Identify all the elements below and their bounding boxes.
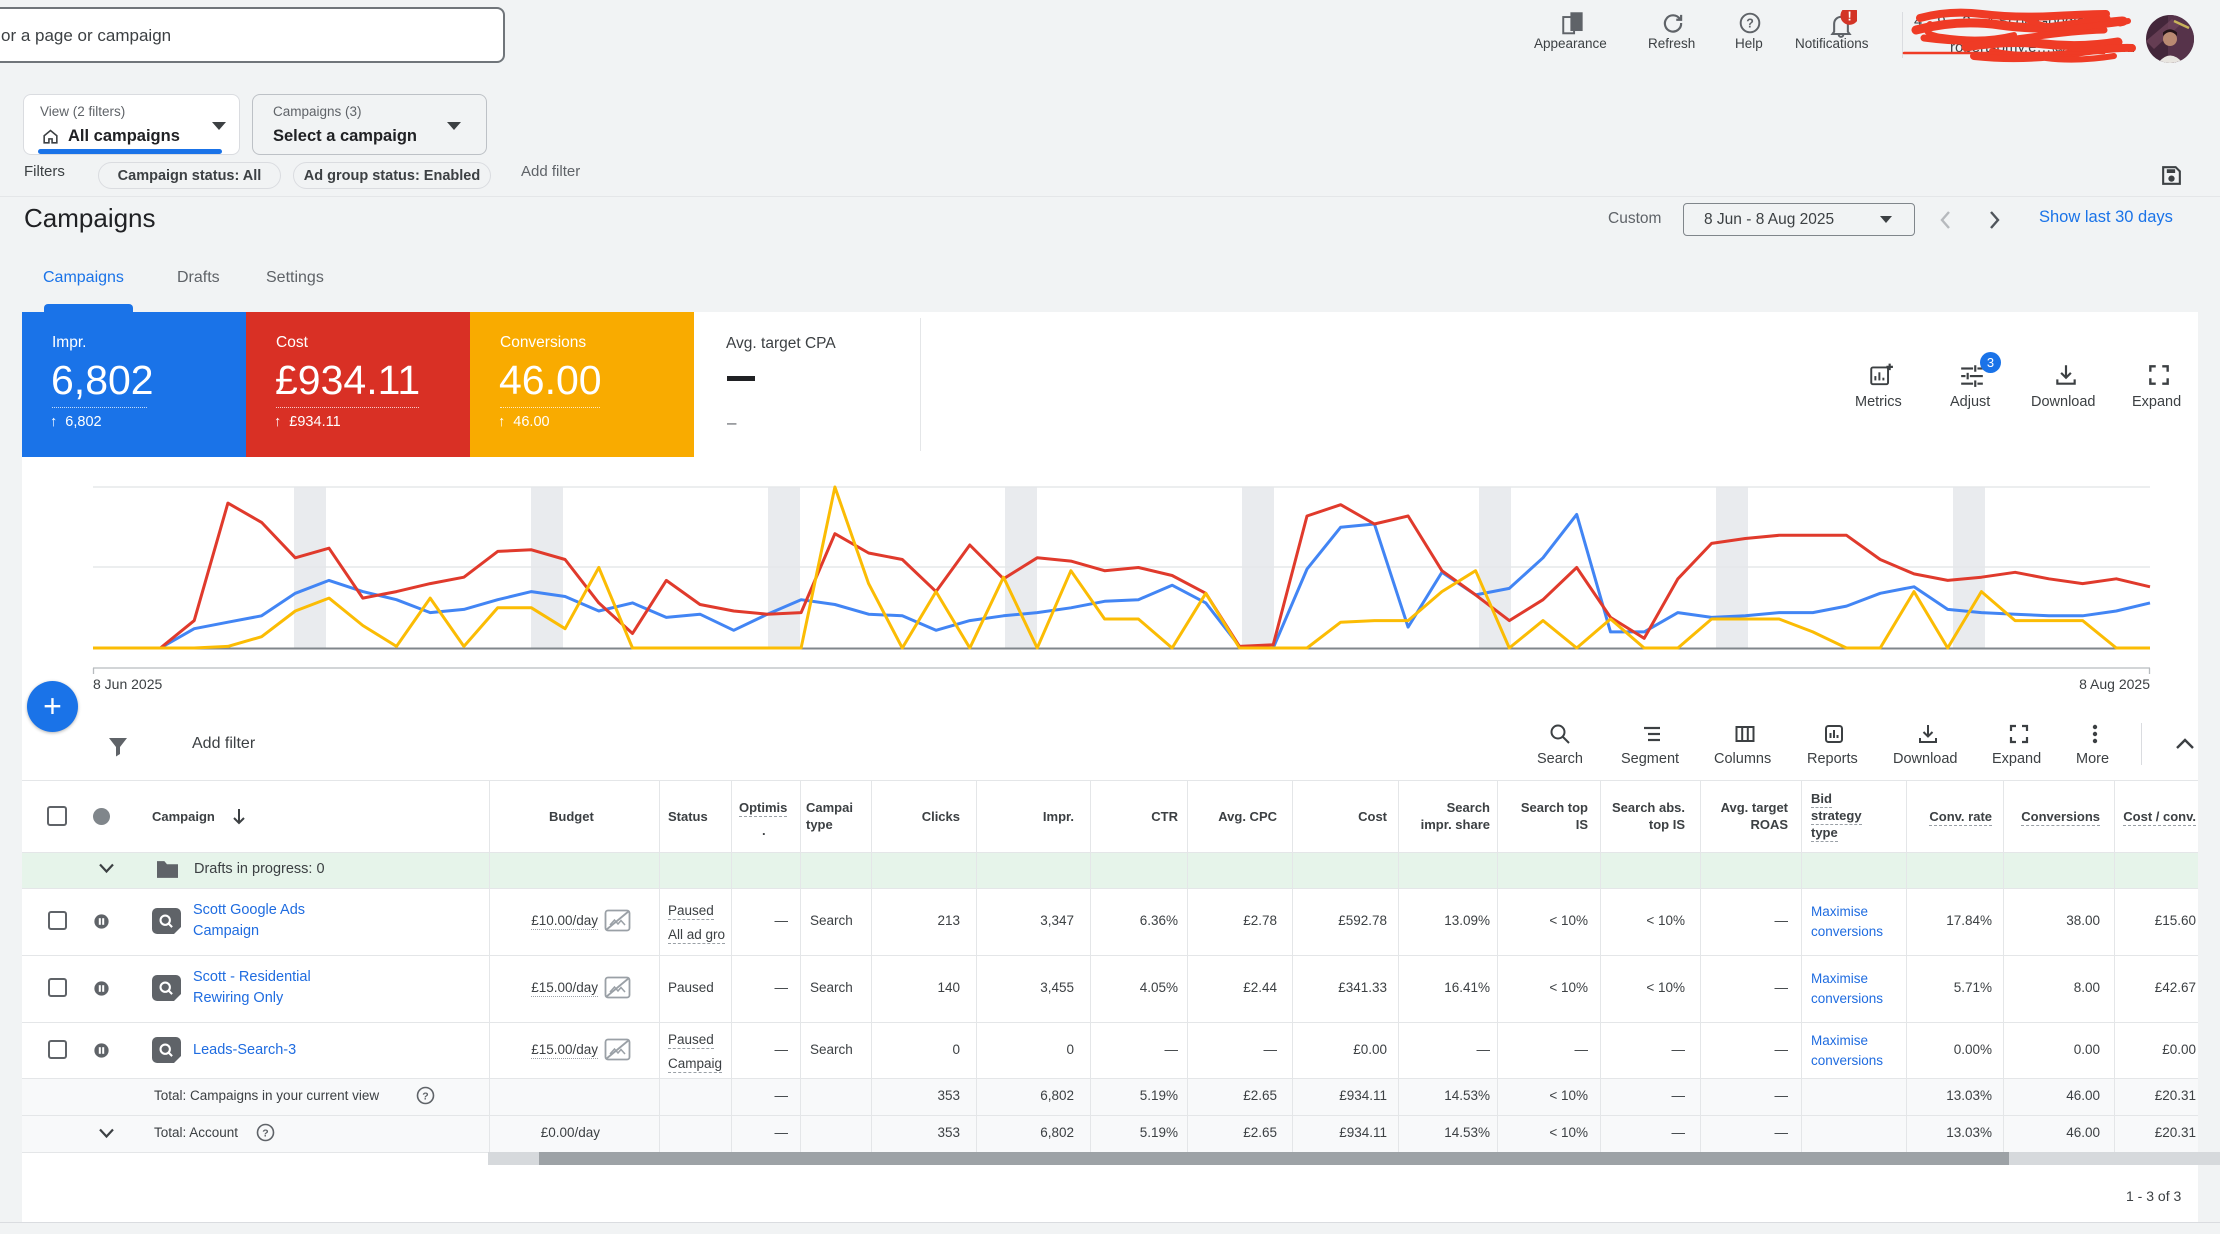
svg-text:?: ? (422, 1090, 428, 1102)
svg-text:?: ? (262, 1127, 268, 1139)
